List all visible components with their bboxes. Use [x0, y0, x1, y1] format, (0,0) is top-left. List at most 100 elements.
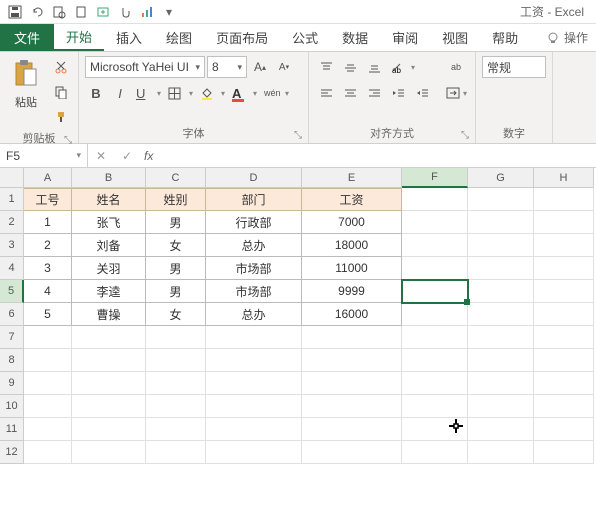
- borders-button[interactable]: [165, 82, 195, 104]
- cell-E10[interactable]: [302, 395, 402, 418]
- cell-C4[interactable]: 男: [146, 257, 206, 280]
- cell-G8[interactable]: [468, 349, 534, 372]
- cell-C6[interactable]: 女: [146, 303, 206, 326]
- cell-B9[interactable]: [72, 372, 146, 395]
- cell-B3[interactable]: 刘备: [72, 234, 146, 257]
- row-header-10[interactable]: 10: [0, 395, 24, 418]
- cell-D11[interactable]: [206, 418, 302, 441]
- enter-formula-button[interactable]: ✓: [114, 149, 140, 163]
- cell-G4[interactable]: [468, 257, 534, 280]
- font-name-select[interactable]: Microsoft YaHei UI▾: [85, 56, 205, 78]
- cell-A1[interactable]: 工号: [24, 188, 72, 211]
- cell-C8[interactable]: [146, 349, 206, 372]
- tab-insert[interactable]: 插入: [104, 24, 154, 51]
- number-format-select[interactable]: 常规: [482, 56, 546, 78]
- cell-G2[interactable]: [468, 211, 534, 234]
- cell-G5[interactable]: [468, 280, 534, 303]
- row-header-9[interactable]: 9: [0, 372, 24, 395]
- cell-B10[interactable]: [72, 395, 146, 418]
- cell-E4[interactable]: 11000: [302, 257, 402, 280]
- tell-me[interactable]: 操作: [538, 24, 596, 51]
- font-size-select[interactable]: 8▾: [207, 56, 247, 78]
- column-header-D[interactable]: D: [206, 168, 302, 188]
- tab-home[interactable]: 开始: [54, 24, 104, 51]
- clipboard-launcher[interactable]: ⤡: [64, 135, 72, 146]
- tab-layout[interactable]: 页面布局: [204, 24, 280, 51]
- cell-A2[interactable]: 1: [24, 211, 72, 234]
- cell-E3[interactable]: 18000: [302, 234, 402, 257]
- cell-H5[interactable]: [534, 280, 594, 303]
- cell-A10[interactable]: [24, 395, 72, 418]
- increase-font-button[interactable]: A▴: [249, 56, 271, 78]
- refresh-icon[interactable]: [93, 2, 113, 22]
- decrease-indent-button[interactable]: [387, 82, 409, 104]
- cell-G11[interactable]: [468, 418, 534, 441]
- cell-G10[interactable]: [468, 395, 534, 418]
- tab-formulas[interactable]: 公式: [280, 24, 330, 51]
- copy-button[interactable]: [50, 81, 72, 103]
- cell-F11[interactable]: [402, 418, 468, 441]
- align-left-button[interactable]: [315, 82, 337, 104]
- cell-F5[interactable]: [402, 280, 468, 303]
- chart-icon[interactable]: [137, 2, 157, 22]
- cell-E2[interactable]: 7000: [302, 211, 402, 234]
- cell-C1[interactable]: 姓别: [146, 188, 206, 211]
- cell-H9[interactable]: [534, 372, 594, 395]
- row-header-4[interactable]: 4: [0, 257, 24, 280]
- cell-C2[interactable]: 男: [146, 211, 206, 234]
- cell-A7[interactable]: [24, 326, 72, 349]
- cell-C12[interactable]: [146, 441, 206, 464]
- column-header-G[interactable]: G: [468, 168, 534, 188]
- align-center-button[interactable]: [339, 82, 361, 104]
- cell-A11[interactable]: [24, 418, 72, 441]
- cell-D4[interactable]: 市场部: [206, 257, 302, 280]
- tab-draw[interactable]: 绘图: [154, 24, 204, 51]
- cell-D5[interactable]: 市场部: [206, 280, 302, 303]
- cell-C5[interactable]: 男: [146, 280, 206, 303]
- align-right-button[interactable]: [363, 82, 385, 104]
- cell-F9[interactable]: [402, 372, 468, 395]
- cell-F6[interactable]: [402, 303, 468, 326]
- tab-data[interactable]: 数据: [330, 24, 380, 51]
- format-painter-button[interactable]: [50, 106, 72, 128]
- cell-H11[interactable]: [534, 418, 594, 441]
- save-icon[interactable]: [5, 2, 25, 22]
- row-header-12[interactable]: 12: [0, 441, 24, 464]
- cell-H3[interactable]: [534, 234, 594, 257]
- decrease-font-button[interactable]: A▾: [273, 56, 295, 78]
- cell-F10[interactable]: [402, 395, 468, 418]
- cell-E5[interactable]: 9999: [302, 280, 402, 303]
- align-bottom-button[interactable]: [363, 56, 385, 78]
- cell-A8[interactable]: [24, 349, 72, 372]
- tab-view[interactable]: 视图: [430, 24, 480, 51]
- cell-G1[interactable]: [468, 188, 534, 211]
- cell-F4[interactable]: [402, 257, 468, 280]
- cell-F8[interactable]: [402, 349, 468, 372]
- cell-G3[interactable]: [468, 234, 534, 257]
- cell-F7[interactable]: [402, 326, 468, 349]
- row-header-11[interactable]: 11: [0, 418, 24, 441]
- cell-D12[interactable]: [206, 441, 302, 464]
- orientation-button[interactable]: ab: [387, 56, 417, 78]
- cell-B12[interactable]: [72, 441, 146, 464]
- cell-B5[interactable]: 李逵: [72, 280, 146, 303]
- row-header-5[interactable]: 5: [0, 280, 24, 303]
- row-header-8[interactable]: 8: [0, 349, 24, 372]
- cell-H1[interactable]: [534, 188, 594, 211]
- underline-button[interactable]: U: [133, 82, 163, 104]
- cell-C11[interactable]: [146, 418, 206, 441]
- qat-dropdown-icon[interactable]: ▾: [159, 2, 179, 22]
- cell-H8[interactable]: [534, 349, 594, 372]
- cell-F1[interactable]: [402, 188, 468, 211]
- cell-A9[interactable]: [24, 372, 72, 395]
- cell-A4[interactable]: 3: [24, 257, 72, 280]
- cell-A5[interactable]: 4: [24, 280, 72, 303]
- row-header-3[interactable]: 3: [0, 234, 24, 257]
- cell-H2[interactable]: [534, 211, 594, 234]
- cell-B4[interactable]: 关羽: [72, 257, 146, 280]
- font-launcher[interactable]: ⤡: [294, 130, 302, 141]
- cell-G7[interactable]: [468, 326, 534, 349]
- cell-E1[interactable]: 工资: [302, 188, 402, 211]
- cell-D1[interactable]: 部门: [206, 188, 302, 211]
- tab-help[interactable]: 帮助: [480, 24, 530, 51]
